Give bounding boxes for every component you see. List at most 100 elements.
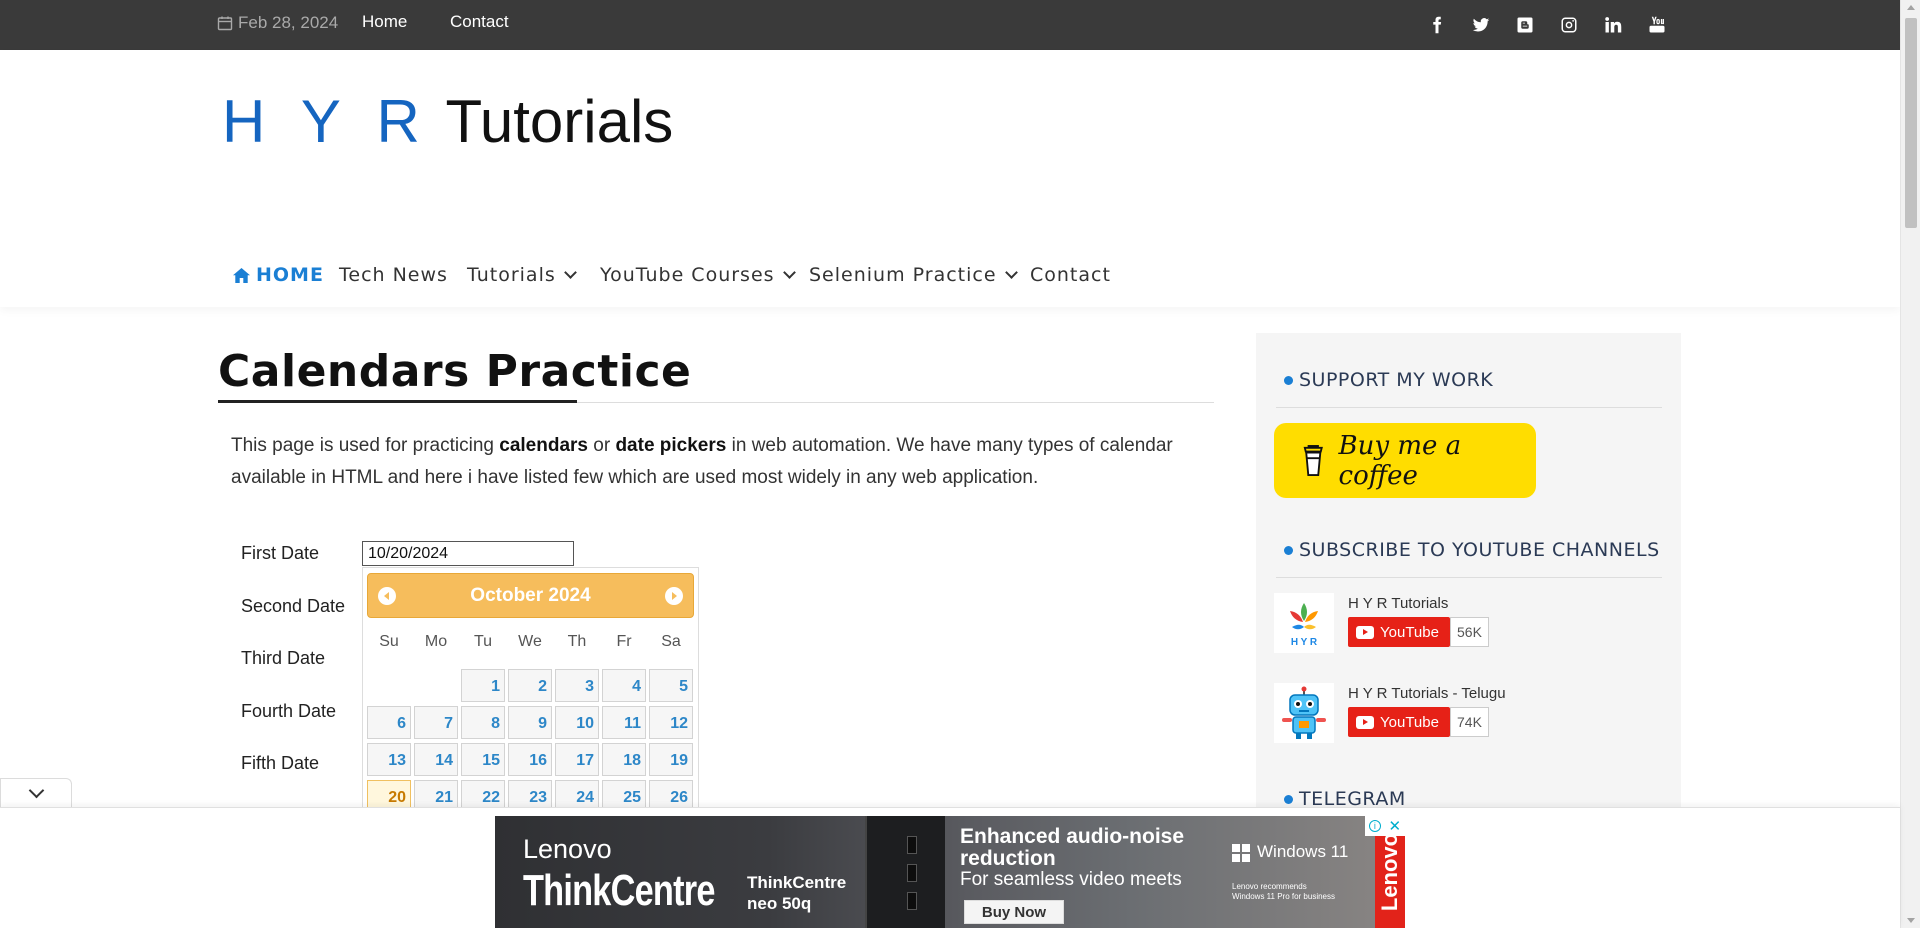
lenovo-ad-banner[interactable]: Lenovo ThinkCentre ThinkCentre neo 50q E… xyxy=(495,816,1405,928)
day-cell[interactable]: 1 xyxy=(461,669,505,702)
top-bar: Feb 28, 2024 Home Contact xyxy=(0,0,1900,50)
logo-hyr: H Y R xyxy=(222,88,430,155)
second-date-label: Second Date xyxy=(241,596,346,616)
calendar-icon xyxy=(217,16,233,31)
day-cell[interactable]: 10 xyxy=(555,706,599,739)
widget-divider xyxy=(1276,577,1662,578)
day-cell[interactable]: 7 xyxy=(414,706,458,739)
subscriber-count: 56K xyxy=(1450,617,1489,647)
datepicker-header: October 2024 xyxy=(367,573,694,618)
intro-text-2: or xyxy=(587,435,616,456)
day-cell[interactable]: 18 xyxy=(602,743,646,776)
day-cell[interactable]: 4 xyxy=(602,669,646,702)
nav-selenium-practice[interactable]: Selenium Practice xyxy=(809,264,1018,286)
nav-selenium-practice-label: Selenium Practice xyxy=(809,264,997,286)
day-cell[interactable]: 12 xyxy=(649,706,693,739)
day-cell[interactable]: 9 xyxy=(508,706,552,739)
channel-name[interactable]: H Y R Tutorials - Telugu xyxy=(1348,685,1506,702)
instagram-icon[interactable] xyxy=(1559,15,1579,35)
nav-tutorials-label: Tutorials xyxy=(467,264,556,286)
day-cell[interactable]: 15 xyxy=(461,743,505,776)
day-cell[interactable]: 14 xyxy=(414,743,458,776)
day-cell[interactable]: 13 xyxy=(367,743,411,776)
top-link-contact[interactable]: Contact xyxy=(450,12,509,32)
subscriber-count: 74K xyxy=(1450,707,1489,737)
day-cell[interactable]: 17 xyxy=(555,743,599,776)
channel-avatar[interactable] xyxy=(1274,683,1334,743)
usb-port-icon xyxy=(907,836,917,854)
page-title: Calendars Practice xyxy=(218,346,692,397)
day-cell[interactable]: 2 xyxy=(508,669,552,702)
youtube-subscribe-button[interactable]: YouTube xyxy=(1348,617,1450,647)
day-cell[interactable]: 16 xyxy=(508,743,552,776)
ad-model-line1: ThinkCentre xyxy=(747,873,847,892)
nav-youtube-courses[interactable]: YouTube Courses xyxy=(600,264,796,286)
adchoices[interactable]: i ✕ xyxy=(1365,816,1405,836)
intro-bold-calendars: calendars xyxy=(499,435,588,456)
weekday-header: Mo xyxy=(424,633,448,650)
twitter-icon[interactable] xyxy=(1471,15,1491,35)
nav-home[interactable]: HOME xyxy=(233,264,324,286)
ad-vertical-brand: Lenovo xyxy=(1377,832,1403,912)
ad-collapse-button[interactable] xyxy=(0,778,72,808)
ad-rec-line1: Lenovo recommends xyxy=(1232,882,1307,891)
ad-pc-tower-image xyxy=(865,816,945,928)
linkedin-icon[interactable] xyxy=(1603,15,1623,35)
ad-close-icon[interactable]: ✕ xyxy=(1389,817,1402,835)
day-cell[interactable]: 3 xyxy=(555,669,599,702)
weekday-header: Th xyxy=(567,633,587,650)
youtube-play-icon xyxy=(1356,625,1374,639)
nav-tutorials[interactable]: Tutorials xyxy=(467,264,577,286)
ad-subline: For seamless video meets xyxy=(960,869,1182,890)
page-scrollbar[interactable] xyxy=(1900,0,1920,928)
nav-tech-news-label: Tech News xyxy=(339,264,448,286)
ad-rec-line2: Windows 11 Pro for business xyxy=(1232,892,1336,901)
youtube-subscribe-button[interactable]: YouTube xyxy=(1348,707,1450,737)
chevron-down-icon xyxy=(1004,266,1018,279)
ad-headline-line1: Enhanced audio-noise xyxy=(960,825,1185,848)
day-cell[interactable]: 6 xyxy=(367,706,411,739)
subscribe-title-text: SUBSCRIBE TO YOUTUBE CHANNELS xyxy=(1299,539,1660,561)
buy-me-a-coffee-button[interactable]: Buy me a coffee xyxy=(1274,423,1536,498)
nav-youtube-courses-label: YouTube Courses xyxy=(600,264,775,286)
chevron-down-icon xyxy=(563,266,577,279)
bullet-dot-icon xyxy=(1284,375,1293,385)
scroll-up-icon[interactable] xyxy=(1907,5,1915,10)
site-header: H Y R Tutorials HOME Tech News Tutorials… xyxy=(0,50,1900,307)
site-logo[interactable]: H Y R Tutorials xyxy=(222,92,673,152)
first-date-input[interactable] xyxy=(362,541,574,566)
youtube-icon[interactable] xyxy=(1647,15,1667,35)
scrollbar-thumb[interactable] xyxy=(1905,18,1917,228)
day-cell[interactable]: 11 xyxy=(602,706,646,739)
nav-home-label: HOME xyxy=(256,264,324,286)
weekday-header: We xyxy=(518,633,542,650)
next-month-icon[interactable] xyxy=(665,587,683,605)
chevron-down-icon xyxy=(28,782,44,799)
nav-contact[interactable]: Contact xyxy=(1030,264,1111,286)
support-title-text: SUPPORT MY WORK xyxy=(1299,369,1494,391)
fourth-date-label: Fourth Date xyxy=(241,701,337,721)
svg-text:H Y R: H Y R xyxy=(1291,637,1318,648)
scroll-down-icon[interactable] xyxy=(1907,918,1915,923)
usb-port-icon xyxy=(907,864,917,882)
day-cell[interactable]: 5 xyxy=(649,669,693,702)
first-date-label: First Date xyxy=(241,543,320,563)
support-widget-title: SUPPORT MY WORK xyxy=(1284,369,1493,391)
windows-logo-icon xyxy=(1232,844,1250,862)
ad-brand: Lenovo xyxy=(523,834,612,864)
ad-buy-now-button[interactable]: Buy Now xyxy=(964,900,1064,924)
nav-tech-news[interactable]: Tech News xyxy=(339,264,448,286)
top-link-home[interactable]: Home xyxy=(362,12,407,32)
channel-name[interactable]: H Y R Tutorials xyxy=(1348,595,1448,612)
top-date: Feb 28, 2024 xyxy=(217,13,338,33)
facebook-icon[interactable] xyxy=(1427,15,1447,35)
channel-row-hyr-telugu: H Y R Tutorials - Telugu YouTube 74K xyxy=(1274,683,1654,747)
ad-headline: Enhanced audio-noise reduction xyxy=(960,826,1184,870)
adchoices-info-icon[interactable]: i xyxy=(1368,820,1381,832)
robot-mascot-icon xyxy=(1282,686,1326,739)
day-cell[interactable]: 8 xyxy=(461,706,505,739)
channel-avatar[interactable]: H Y R xyxy=(1274,593,1334,653)
blogger-icon[interactable] xyxy=(1515,15,1535,35)
home-icon xyxy=(233,267,250,283)
day-cell[interactable]: 19 xyxy=(649,743,693,776)
